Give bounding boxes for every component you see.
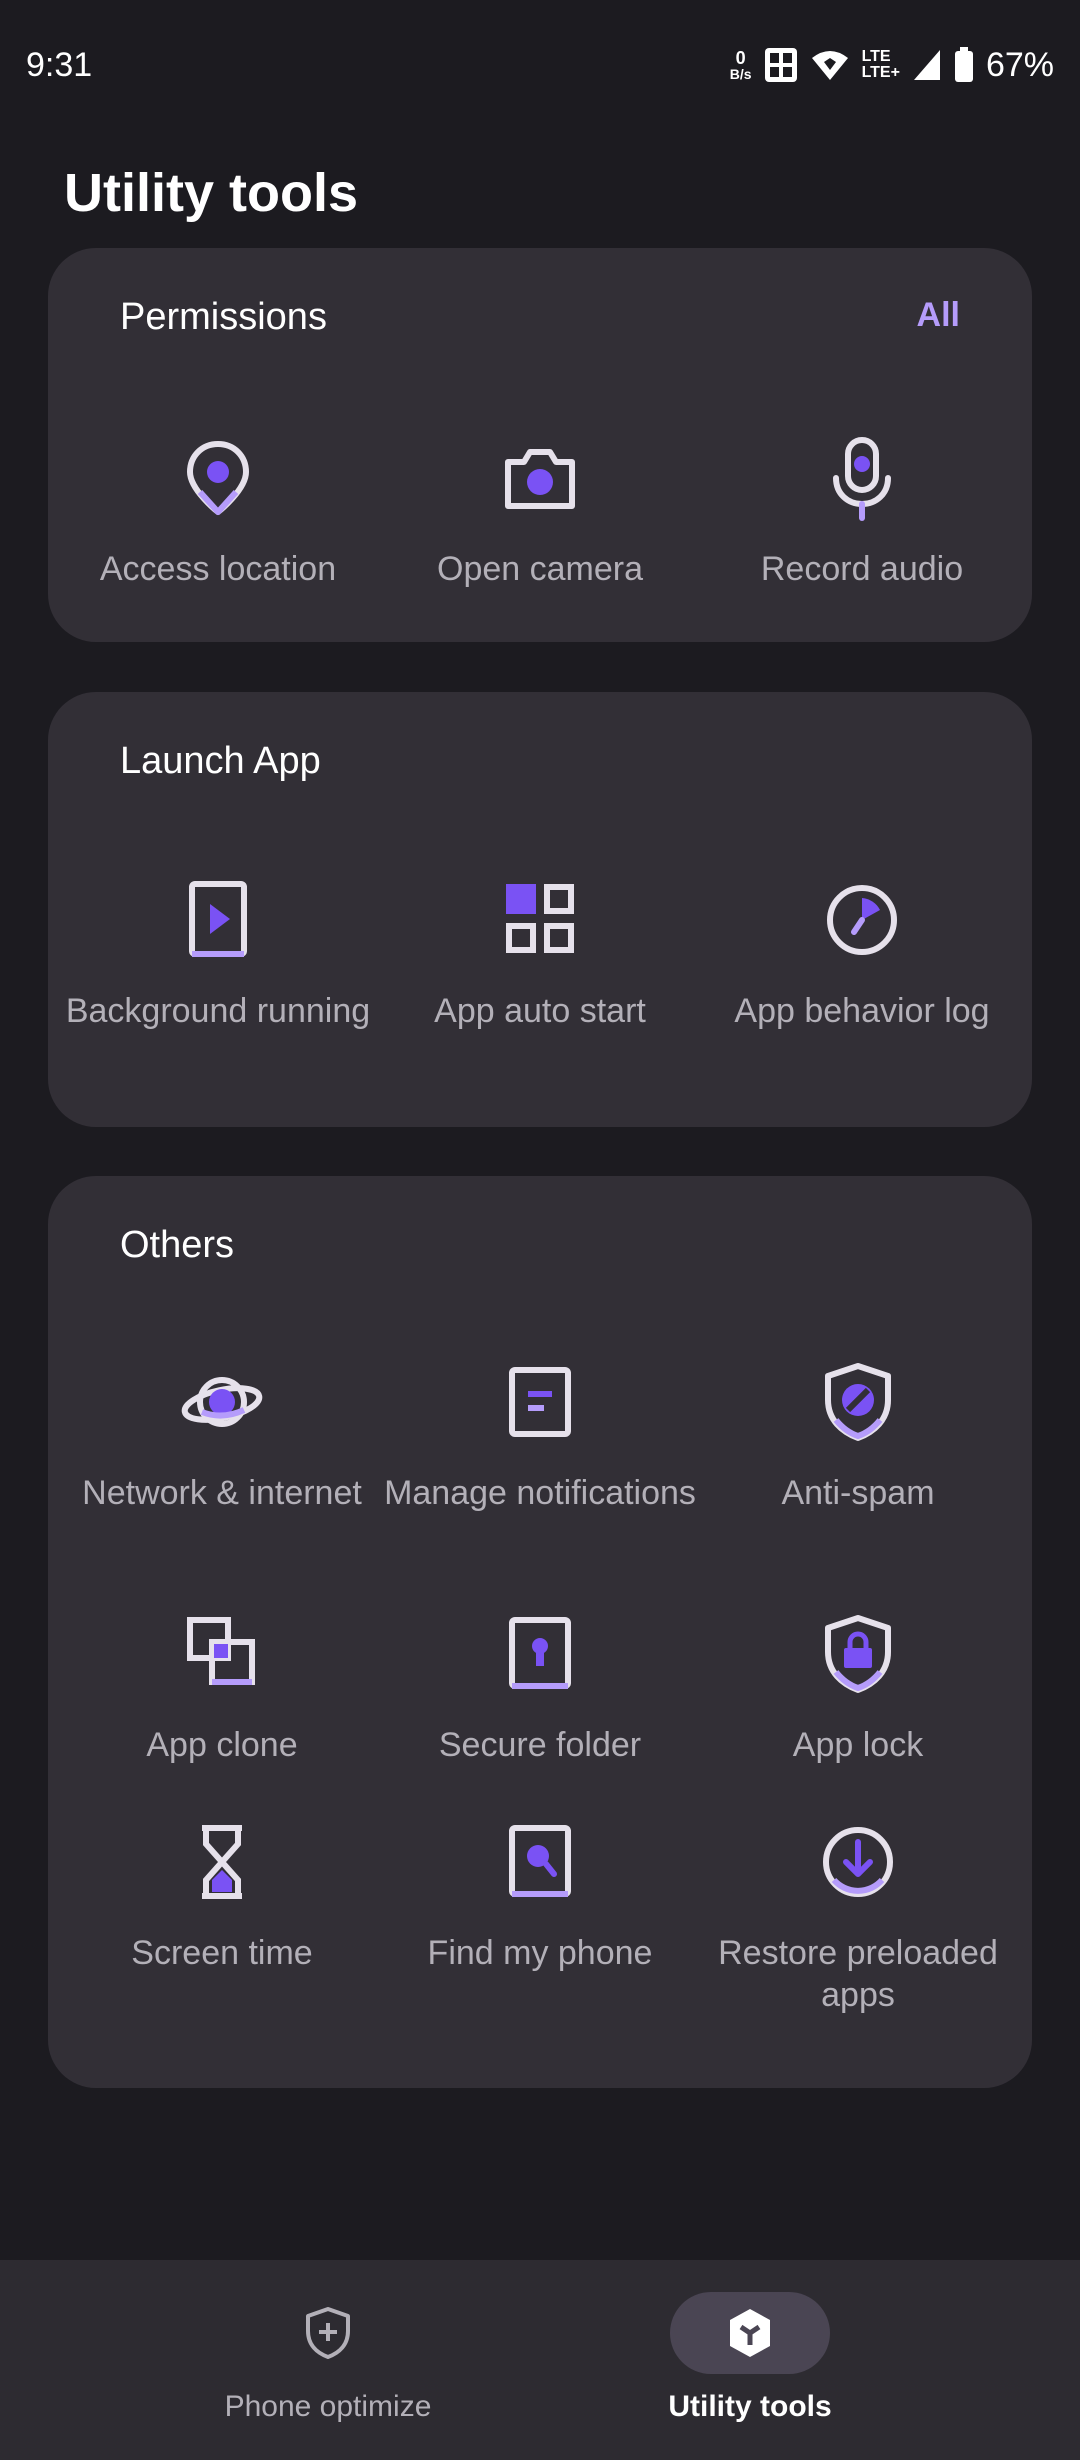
tool-label: App clone: [146, 1726, 298, 1764]
nav-label: Phone optimize: [224, 2390, 432, 2423]
hourglass-icon: [202, 1825, 242, 1899]
tool-label: App behavior log: [734, 992, 990, 1030]
restore-preloaded-apps-tool[interactable]: Restore preloaded apps: [700, 1818, 1016, 2016]
battery-percent: 67%: [985, 45, 1054, 84]
planet-icon: [181, 1377, 263, 1427]
toolbox-icon: [730, 2309, 770, 2357]
nav-phone-optimize[interactable]: Phone optimize: [178, 2292, 478, 2424]
signal-icon: [913, 50, 940, 80]
download-circle-icon: [823, 1827, 893, 1897]
lte-label-1: LTE: [861, 48, 891, 65]
shield-plus-icon: [306, 2307, 350, 2359]
nav-label: Utility tools: [668, 2390, 832, 2423]
launch-app-card: Launch App Background running App auto s…: [48, 692, 1032, 1127]
status-bar: 9:31 0 B/s LTE LTE+ 67%: [0, 0, 1080, 130]
tool-label: App auto start: [434, 992, 646, 1030]
tool-label: Screen time: [131, 1934, 313, 1972]
shield-lock-icon: [825, 1615, 891, 1693]
lte-indicator: LTE LTE+: [862, 49, 900, 81]
nav-icon-container: [670, 2292, 830, 2374]
secure-folder-tool[interactable]: Secure folder: [382, 1610, 698, 1766]
open-camera-tool[interactable]: Open camera: [382, 434, 698, 590]
tool-label: Record audio: [760, 550, 964, 588]
manage-notifications-tool[interactable]: Manage notifications: [382, 1358, 698, 1514]
permissions-all-link[interactable]: All: [917, 296, 960, 335]
find-phone-icon: [509, 1825, 571, 1897]
page-title: Utility tools: [64, 163, 358, 223]
launch-app-title: Launch App: [120, 740, 321, 782]
tool-label: Background running: [65, 992, 371, 1030]
play-doc-icon: [189, 881, 247, 957]
others-title: Others: [120, 1224, 235, 1266]
notification-doc-icon: [509, 1367, 571, 1437]
network-speed-unit: B/s: [729, 66, 752, 82]
grid-apps-icon: [506, 884, 574, 953]
status-icons: 0 B/s LTE LTE+ 67%: [730, 46, 1054, 85]
app-clone-tool[interactable]: App clone: [64, 1610, 380, 1766]
battery-icon: [954, 47, 973, 82]
app-auto-start-tool[interactable]: App auto start: [382, 876, 698, 1032]
tool-label: Access location: [99, 550, 337, 588]
network-speed: 0 B/s: [730, 49, 752, 81]
app-lock-tool[interactable]: App lock: [700, 1610, 1016, 1766]
tool-label: Secure folder: [438, 1726, 642, 1764]
microphone-icon: [833, 437, 891, 521]
access-location-tool[interactable]: Access location: [60, 434, 376, 590]
tool-label: App lock: [792, 1726, 924, 1764]
tool-label: Network & internet: [82, 1474, 362, 1512]
nav-utility-tools[interactable]: Utility tools: [600, 2292, 900, 2424]
anti-spam-tool[interactable]: Anti-spam: [700, 1358, 1016, 1514]
others-card: Others Network & internet Manage notific…: [48, 1176, 1032, 2088]
lte-label-2: LTE+: [861, 64, 900, 81]
record-audio-tool[interactable]: Record audio: [704, 434, 1020, 590]
clock-log-icon: [827, 885, 897, 955]
camera-icon: [505, 449, 575, 509]
clone-icon: [187, 1617, 255, 1685]
bottom-navigation: Phone optimize Utility tools: [0, 2260, 1080, 2460]
tool-label: Open camera: [437, 550, 643, 588]
wifi-icon: [811, 51, 848, 80]
background-running-tool[interactable]: Background running: [60, 876, 376, 1032]
status-time: 9:31: [26, 45, 93, 84]
tool-label: Restore preloaded apps: [718, 1934, 998, 2014]
shield-block-icon: [825, 1363, 891, 1441]
network-internet-tool[interactable]: Network & internet: [64, 1358, 380, 1514]
network-speed-value: 0: [735, 48, 746, 68]
screen-time-tool[interactable]: Screen time: [64, 1818, 380, 1974]
tool-label: Anti-spam: [781, 1474, 935, 1512]
tool-label: Find my phone: [427, 1934, 653, 1972]
permissions-card: Permissions All Access location Open cam…: [48, 248, 1032, 642]
hd-voice-icon: [764, 48, 797, 82]
app-behavior-log-tool[interactable]: App behavior log: [704, 876, 1020, 1032]
permissions-title: Permissions: [120, 296, 327, 338]
find-my-phone-tool[interactable]: Find my phone: [382, 1818, 698, 1974]
location-pin-icon: [187, 441, 249, 515]
tool-label: Manage notifications: [384, 1474, 696, 1512]
keyhole-folder-icon: [509, 1617, 571, 1689]
nav-icon-container: [248, 2292, 408, 2374]
